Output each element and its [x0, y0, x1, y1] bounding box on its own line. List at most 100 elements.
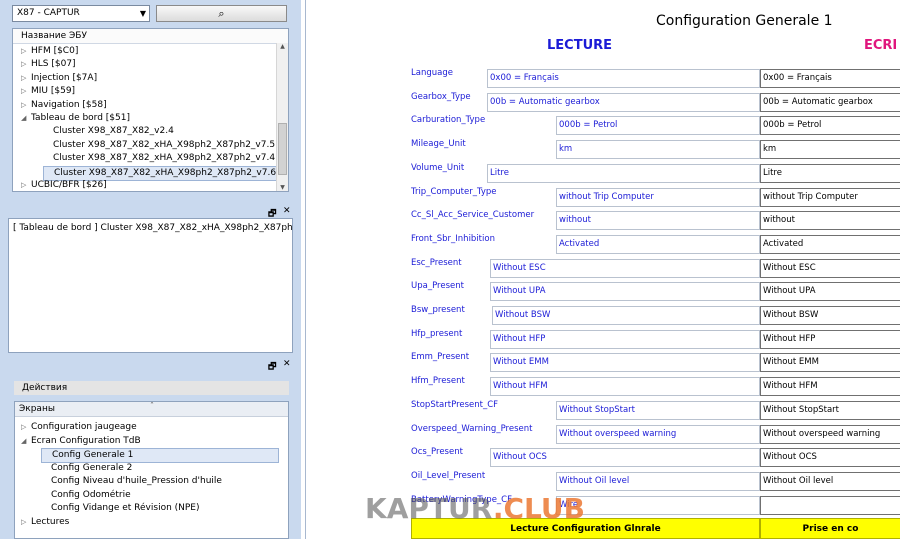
write-value-select[interactable]: Litre [760, 163, 900, 183]
ecu-tree-item[interactable]: ▷ UCBIC/BFR [$26] [21, 179, 107, 191]
screens-tree-item[interactable]: ▷ Configuration jaugeage [21, 421, 137, 434]
ecu-tree-item[interactable]: ◢ Tableau de bord [$51] [21, 112, 130, 125]
read-value: Without OCS [490, 448, 760, 468]
expand-icon[interactable]: ▷ [21, 99, 31, 112]
close-icon[interactable]: ✕ [283, 206, 291, 216]
param-label: Bsw_present [411, 305, 465, 315]
find-button[interactable]: ⌕ [156, 5, 287, 22]
write-value-select[interactable]: Without UPA [760, 282, 900, 302]
selected-ecu-path: [ Tableau de bord ] Cluster X98_X87_X82_… [13, 223, 293, 233]
param-label: Overspeed_Warning_Present [411, 423, 533, 434]
chevron-up-icon[interactable]: ˄ [150, 402, 154, 413]
screens-tree-item-label: Configuration jaugeage [31, 422, 137, 432]
ecu-tree-item[interactable]: Cluster X98_X87_X82_xHA_X98ph2_X87ph2_v7… [43, 139, 275, 152]
write-value-select[interactable]: 000b = Petrol [760, 116, 900, 136]
expand-icon[interactable]: ▷ [21, 72, 31, 85]
ecu-tree-item-label: HFM [$C0] [31, 46, 79, 56]
apply-config-button[interactable]: Prise en co [760, 518, 900, 539]
read-value: Without EMM [490, 353, 760, 373]
ecriture-header: ECRI [864, 38, 898, 53]
write-value-select[interactable]: Activated [760, 234, 900, 254]
chevron-down-icon: ▼ [139, 9, 146, 18]
watermark-dot: . [492, 492, 504, 525]
read-value: Without ESC [490, 258, 760, 278]
ecu-tree-item[interactable]: ▷ HLS [$07] [21, 58, 76, 71]
read-value: 0x00 = Français [487, 69, 760, 88]
ecu-tree-item-label: Cluster X98_X87_X82_v2.4 [53, 126, 174, 137]
ecu-tree-item[interactable]: ▷ Navigation [$58] [21, 99, 107, 112]
write-value-select[interactable]: without Trip Computer [760, 187, 900, 207]
write-value-select[interactable]: Without HFP [760, 329, 900, 349]
screens-tree-item[interactable]: Config Niveau d'huile_Pression d'huile [41, 475, 222, 488]
scroll-down-icon[interactable]: ▼ [277, 184, 288, 191]
expand-icon[interactable]: ▷ [21, 58, 31, 71]
write-value-select[interactable]: Without overspeed warning [760, 424, 900, 444]
screens-tree: Экраны ˄ ▷ Configuration jaugeage ◢ Ecran C… [14, 401, 289, 539]
screens-tree-header-label: Экраны [19, 404, 55, 414]
ecu-tree-item-label: Cluster X98_X87_X82_xHA_X98ph2_X87ph2_v7… [53, 153, 276, 164]
expand-icon[interactable]: ▷ [21, 516, 31, 529]
param-label: Cc_Sl_Acc_Service_Customer [411, 210, 535, 221]
write-value-select[interactable]: Without OCS [760, 448, 900, 468]
ecu-tree-scrollbar[interactable]: ▲ ▼ [276, 43, 288, 191]
watermark-prefix: KAPTUR [365, 492, 493, 525]
screens-tree-item-label: Ecran Configuration TdB [31, 435, 141, 446]
write-value-select[interactable]: Without Oil level [760, 471, 900, 491]
scroll-up-icon[interactable]: ▲ [277, 43, 288, 50]
expand-icon[interactable]: ▷ [21, 421, 31, 434]
left-sidebar: X87 - CAPTUR ▼ ⌕ Название ЭБУ ▷ HFM [$C0]… [0, 0, 301, 539]
screens-tree-item[interactable]: ◢ Ecran Configuration TdB [21, 435, 141, 448]
ecu-tree-item[interactable]: Cluster X98_X87_X82_v2.4 [43, 125, 174, 138]
write-value-select[interactable]: km [760, 140, 900, 160]
ecu-tree-item[interactable]: ▷ MIU [$59] [21, 85, 75, 98]
read-value: Without HFP [490, 329, 760, 349]
write-value-select[interactable] [760, 495, 900, 515]
ecu-tree-item[interactable]: Cluster X98_X87_X82_xHA_X98ph2_X87ph2_v7… [43, 152, 275, 165]
vehicle-select[interactable]: X87 - CAPTUR ▼ [12, 5, 150, 22]
ecu-tree-item-label: HLS [$07] [31, 59, 76, 70]
actions-bar[interactable]: Действия [14, 381, 289, 395]
screens-tree-item-label: Config Generale 2 [51, 462, 133, 473]
selected-ecu-pane: [ Tableau de bord ] Cluster X98_X87_X82_… [8, 218, 293, 353]
expand-icon[interactable]: ▷ [21, 179, 31, 191]
collapse-icon[interactable]: ◢ [21, 435, 31, 448]
write-value-select[interactable]: without [760, 211, 900, 231]
param-label: Oil_Level_Present [411, 470, 486, 481]
write-value-select[interactable]: 0x00 = Français [760, 69, 900, 88]
screens-tree-item[interactable]: Config Generale 2 [41, 462, 132, 475]
expand-icon[interactable]: ▷ [21, 85, 31, 98]
screens-tree-item[interactable]: Config Odométrie [41, 489, 131, 502]
read-value: Without overspeed warning [556, 424, 760, 444]
write-value-select[interactable]: Without BSW [760, 306, 900, 325]
watermark-suffix: CLUB [503, 492, 585, 525]
pin-icon[interactable]: 🗗 [268, 359, 276, 375]
collapse-icon[interactable]: ◢ [21, 112, 31, 125]
scroll-thumb[interactable] [278, 123, 287, 175]
screens-tree-item[interactable]: Config Vidange et Révision (NPE) [41, 502, 200, 515]
write-value-select[interactable]: Without EMM [760, 353, 900, 373]
close-icon[interactable]: ✕ [283, 359, 291, 369]
expand-icon[interactable]: ▷ [21, 45, 31, 58]
param-label: Ocs_Present [411, 447, 463, 458]
lecture-header: LECTURE [547, 38, 613, 53]
write-value-select[interactable]: Without StopStart [760, 400, 900, 420]
write-value-select[interactable]: 00b = Automatic gearbox [760, 92, 900, 112]
param-label: Trip_Computer_Type [411, 186, 497, 197]
screens-tree-item-label: Lectures [31, 516, 70, 527]
vehicle-select-value: X87 - CAPTUR [17, 8, 80, 18]
ecu-tree-item[interactable]: ▷ Injection [$7A] [21, 72, 97, 85]
ecu-tree-item-label: Tableau de bord [$51] [31, 113, 130, 123]
param-label: Language [411, 68, 453, 78]
read-value: Without UPA [490, 282, 760, 302]
write-value-select[interactable]: Without HFM [760, 377, 900, 397]
write-value-select[interactable]: Without ESC [760, 258, 900, 278]
ecu-tree-item-label: UCBIC/BFR [$26] [31, 180, 107, 190]
ecu-tree-item-label: MIU [$59] [31, 86, 76, 97]
param-label: Upa_Present [411, 281, 464, 292]
screens-tree-item-label: Config Generale 1 [52, 450, 134, 460]
screens-tree-item[interactable]: ▷ Lectures [21, 516, 69, 529]
read-value: Without StopStart [556, 400, 760, 420]
ecu-tree-item[interactable]: ▷ HFM [$C0] [21, 45, 78, 58]
param-label: Hfm_Present [411, 376, 465, 387]
read-value: Wire [556, 495, 760, 515]
